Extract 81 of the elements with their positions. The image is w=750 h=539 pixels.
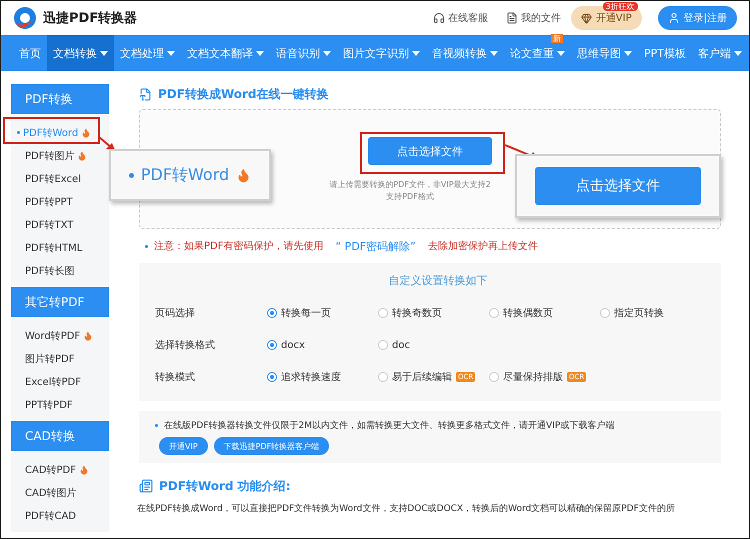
- header-link[interactable]: 我的文件: [506, 11, 561, 25]
- radio-button[interactable]: [600, 308, 610, 318]
- arrow-icon: [98, 136, 116, 151]
- new-badge: 新: [551, 34, 563, 43]
- choose-file-button[interactable]: 点击选择文件: [368, 137, 492, 165]
- sidebar-item[interactable]: PDF转TXT: [11, 213, 109, 236]
- promo-badge: 3折狂欢: [602, 2, 638, 11]
- document-icon: [139, 88, 152, 100]
- bullet-icon: [155, 424, 158, 427]
- password-remove-link[interactable]: “ PDF密码解除”: [335, 238, 416, 254]
- intro-title: PDF转Word 功能介绍:: [159, 478, 290, 494]
- bullet-icon: [145, 244, 148, 248]
- radio-button[interactable]: [489, 308, 499, 318]
- radio-button[interactable]: [378, 308, 388, 318]
- bullet-icon: [128, 172, 134, 178]
- info-button[interactable]: 开通VIP: [159, 437, 208, 455]
- nav-item[interactable]: 文档处理: [114, 44, 181, 62]
- radio-button[interactable]: [378, 372, 388, 382]
- sidebar-item[interactable]: 图片转PDF: [11, 347, 109, 370]
- sidebar-section-header: CAD转换: [11, 421, 109, 451]
- radio-label: 指定页转换: [614, 306, 664, 320]
- callout-item-label: PDF转Word: [140, 164, 230, 186]
- intro-paragraph: 在线PDF转换成Word，可以直接把PDF文件转换为Word文件，支持DOC或DOCX，转换后的Word文档可以精确的保留原PDF文件的所: [137, 502, 676, 515]
- radio-button[interactable]: [378, 340, 388, 350]
- radio-label: doc: [392, 340, 410, 350]
- setting-label: 转换模式: [155, 370, 196, 384]
- radio-label: 转换每一页: [281, 307, 331, 320]
- article-icon: [139, 479, 153, 493]
- nav-item[interactable]: 论文查重: [504, 44, 571, 62]
- radio-label: docx: [281, 340, 305, 350]
- setting-label: 页码选择: [155, 306, 196, 320]
- radio-label: 转换偶数页: [503, 307, 553, 320]
- sidebar-item[interactable]: PDF转Excel: [11, 167, 109, 190]
- nav-item[interactable]: 首页: [13, 44, 47, 62]
- info-button[interactable]: 下载迅捷PDF转换器客户端: [214, 437, 330, 455]
- settings-title: 自定义设置转换如下: [388, 274, 488, 287]
- upload-hint: 请上传需要转换的PDF文件，非VIP最大支持2 支持PDF格式: [329, 179, 492, 203]
- nav-item[interactable]: 图片文字识别: [337, 44, 426, 62]
- user-icon: [668, 12, 680, 24]
- sidebar-section-header: 其它转PDF: [11, 287, 109, 317]
- sidebar-item[interactable]: CAD转图片: [11, 481, 109, 504]
- nav-item[interactable]: 客户端: [692, 44, 748, 62]
- nav-item[interactable]: 思维导图: [571, 44, 638, 62]
- sidebar-item[interactable]: PDF转HTML: [11, 236, 109, 259]
- radio-button[interactable]: [489, 372, 499, 382]
- radio-label: 追求转换速度: [281, 370, 341, 384]
- choose-file-button[interactable]: 点击选择文件: [535, 167, 701, 205]
- sidebar-item[interactable]: PDF转图片: [11, 144, 109, 167]
- sidebar-item[interactable]: PDF转Word: [11, 121, 109, 144]
- header-link[interactable]: 在线客服: [432, 11, 488, 25]
- radio-button[interactable]: [267, 372, 277, 382]
- info-text: 在线版PDF转换器转换文件仅限于2M以内文件，如需转换更大文件、转换更多格式文件，请开通VIP或下载客户端: [164, 420, 614, 432]
- radio-label: 尽量保持排版: [503, 370, 563, 384]
- nav-item[interactable]: 音视频转换: [426, 44, 504, 62]
- sidebar-item[interactable]: PDF转CAD: [11, 504, 109, 527]
- nav-item[interactable]: 文档文本翻译: [181, 44, 270, 62]
- page-title: PDF转换成Word在线一键转换: [158, 86, 329, 102]
- sidebar-item[interactable]: PDF转长图: [11, 259, 109, 282]
- sidebar-item[interactable]: Excel转PDF: [11, 370, 109, 393]
- login-button[interactable]: 登录|注册: [658, 6, 737, 30]
- sidebar-item[interactable]: PPT转PDF: [11, 393, 109, 416]
- notice-text: 去除加密保护再上传文件: [428, 240, 538, 253]
- sidebar-section-header: PDF转换: [11, 84, 109, 114]
- sidebar-item[interactable]: Word转PDF: [11, 324, 109, 347]
- nav-item[interactable]: 文档转换: [47, 35, 114, 71]
- diamond-icon: [580, 12, 592, 24]
- nav-item[interactable]: PPT模板: [638, 44, 692, 62]
- sidebar-item[interactable]: PDF转PPT: [11, 190, 109, 213]
- radio-label: 易于后续编辑: [392, 370, 452, 384]
- setting-label: 选择转换格式: [155, 338, 216, 352]
- document-icon: [506, 12, 518, 24]
- headset-icon: [432, 12, 445, 24]
- logo-text: 迅捷PDF转换器: [43, 10, 138, 27]
- notice-text: 注意：如果PDF有密码保护，请先使用: [154, 240, 324, 253]
- bullet-icon: [17, 131, 20, 134]
- sidebar-item[interactable]: CAD转PDF: [11, 458, 109, 481]
- radio-button[interactable]: [267, 308, 277, 318]
- radio-button[interactable]: [267, 340, 277, 350]
- logo-icon: [13, 6, 37, 30]
- nav-item[interactable]: 语音识别: [270, 44, 337, 62]
- radio-label: 转换奇数页: [392, 307, 442, 320]
